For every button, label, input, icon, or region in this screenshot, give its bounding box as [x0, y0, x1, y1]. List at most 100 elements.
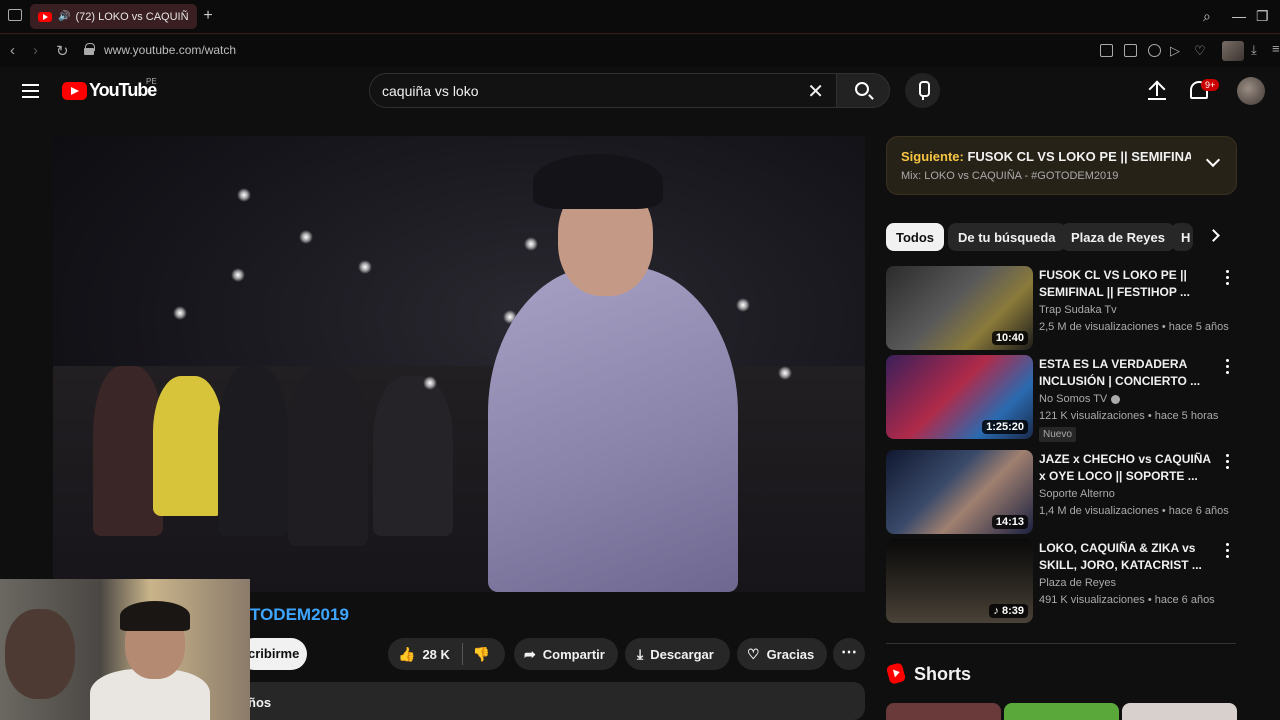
recommendation-meta: 1,4 M de visualizaciones • hace 6 años	[1039, 505, 1229, 517]
speaker-icon[interactable]: 🔊	[58, 11, 70, 22]
recommendation-channel[interactable]: Plaza de Reyes	[1039, 577, 1116, 589]
like-count[interactable]: 28 K	[422, 647, 449, 662]
chevron-right-icon[interactable]	[1207, 229, 1220, 242]
tab-title: (72) LOKO vs CAQUIÑ	[75, 10, 189, 23]
next-up-video-title: FUSOK CL VS LOKO PE || SEMIFINAL || FE..…	[967, 149, 1191, 164]
chip-from-search[interactable]: De tu búsqueda	[948, 223, 1066, 251]
like-dislike-bar: 👍 28 K 👎	[388, 638, 505, 670]
recommendation-item[interactable]: 14:13 JAZE x CHECHO vs CAQUIÑA x OYE LOC…	[886, 450, 1236, 534]
next-up-title: Siguiente: FUSOK CL VS LOKO PE || SEMIFI…	[901, 149, 1191, 164]
video-thumbnail[interactable]: 14:13	[886, 450, 1033, 534]
next-up-card[interactable]: Siguiente: FUSOK CL VS LOKO PE || SEMIFI…	[886, 136, 1237, 195]
youtube-header: YouTube PE caquiña vs loko ✕ 9+	[0, 67, 1280, 115]
recommendation-meta: 2,5 M de visualizaciones • hace 5 años	[1039, 321, 1229, 333]
recommendation-item[interactable]: 1:25:20 ESTA ES LA VERDADERA INCLUSIÓN |…	[886, 355, 1236, 442]
recommendation-item[interactable]: ♪ 8:39 LOKO, CAQUIÑA & ZIKA vs SKILL, JO…	[886, 539, 1236, 623]
thanks-label: Gracias	[766, 646, 815, 662]
heart-icon[interactable]: ♡	[1194, 43, 1206, 59]
chip-all[interactable]: Todos	[886, 223, 945, 251]
thanks-heart-icon: ♡	[747, 645, 760, 662]
search-input[interactable]: caquiña vs loko	[382, 83, 479, 99]
screenshot-icon[interactable]	[1124, 44, 1137, 57]
section-divider	[886, 643, 1236, 644]
recommendation-item[interactable]: 10:40 FUSOK CL VS LOKO PE || SEMIFINAL |…	[886, 266, 1236, 350]
short-thumbnail[interactable]	[886, 703, 1001, 720]
video-player[interactable]	[53, 136, 865, 592]
video-duration: 1:25:20	[982, 420, 1028, 434]
youtube-favicon-icon	[38, 11, 52, 22]
create-upload-icon[interactable]	[1148, 81, 1166, 101]
recommendation-title[interactable]: JAZE x CHECHO vs CAQUIÑA x OYE LOCO || S…	[1039, 451, 1214, 485]
new-tab-button[interactable]: +	[200, 7, 216, 25]
more-options-icon[interactable]	[1226, 543, 1230, 559]
video-duration: 14:13	[991, 515, 1028, 529]
verified-icon	[1111, 394, 1121, 404]
new-badge: Nuevo	[1039, 427, 1076, 442]
reload-icon[interactable]: ↻	[56, 42, 69, 60]
menu-icon[interactable]: ≡	[1272, 41, 1280, 56]
search-icon	[855, 82, 869, 96]
recommendation-meta: 491 K visualizaciones • hace 6 años	[1039, 594, 1215, 606]
account-avatar[interactable]	[1237, 77, 1265, 105]
video-title[interactable]: TODEM2019	[250, 605, 349, 625]
recommendation-title[interactable]: LOKO, CAQUIÑA & ZIKA vs SKILL, JORO, KAT…	[1039, 540, 1214, 574]
minimize-icon[interactable]: —	[1232, 8, 1246, 24]
description-box[interactable]	[238, 682, 865, 720]
webcam-overlay	[0, 579, 250, 720]
forward-icon[interactable]: ›	[33, 42, 38, 59]
video-thumbnail[interactable]: 10:40	[886, 266, 1033, 350]
video-rapper	[488, 266, 738, 592]
download-icon[interactable]: ⤓	[1251, 42, 1257, 58]
share-button[interactable]: ➦ Compartir	[514, 638, 618, 670]
youtube-logo[interactable]: YouTube PE	[62, 77, 157, 101]
next-up-label: Siguiente:	[901, 149, 964, 164]
search-box[interactable]: caquiña vs loko ✕	[369, 73, 837, 108]
extension-icon[interactable]	[1100, 44, 1113, 57]
send-icon[interactable]: ▷	[1170, 43, 1180, 59]
clear-search-icon[interactable]: ✕	[807, 79, 824, 104]
dislike-icon[interactable]: 👎	[473, 646, 490, 663]
description-snippet: ños	[248, 695, 272, 710]
thanks-button[interactable]: ♡ Gracias	[737, 638, 827, 670]
shield-icon[interactable]	[1148, 44, 1161, 57]
back-icon[interactable]: ‹	[10, 42, 15, 59]
search-tabs-icon[interactable]: ⌕	[1203, 8, 1211, 25]
more-options-icon[interactable]	[1226, 359, 1230, 375]
share-label: Compartir	[542, 646, 605, 662]
download-icon: ⤓	[637, 645, 644, 662]
lock-icon[interactable]	[84, 43, 95, 55]
recommendation-title[interactable]: FUSOK CL VS LOKO PE || SEMIFINAL || FEST…	[1039, 267, 1214, 301]
browser-addressbar: ‹ › ↻ www.youtube.com/watch ▷ ♡ ⤓ ≡	[0, 35, 1280, 67]
chevron-down-icon[interactable]	[1205, 152, 1221, 168]
video-duration: 10:40	[991, 331, 1028, 345]
like-icon[interactable]: 👍	[398, 646, 415, 663]
recommendation-meta: 121 K visualizaciones • hace 5 horas	[1039, 410, 1219, 422]
channel-name: No Somos TV	[1039, 393, 1108, 405]
recommendation-channel[interactable]: Soporte Alterno	[1039, 488, 1115, 500]
duration-text: 8:39	[1001, 605, 1024, 617]
download-label: Descargar	[650, 646, 714, 662]
recommendation-channel[interactable]: Trap Sudaka Tv	[1039, 304, 1117, 316]
video-thumbnail[interactable]: 1:25:20	[886, 355, 1033, 439]
voice-search-icon[interactable]	[905, 73, 940, 108]
more-options-icon[interactable]	[1226, 270, 1230, 286]
more-options-icon[interactable]	[1226, 454, 1230, 470]
video-thumbnail[interactable]: ♪ 8:39	[886, 539, 1033, 623]
url-field[interactable]: www.youtube.com/watch	[104, 43, 236, 57]
short-thumbnail[interactable]	[1004, 703, 1119, 720]
workspaces-icon[interactable]	[8, 9, 22, 21]
short-thumbnail[interactable]	[1122, 703, 1237, 720]
browser-tab[interactable]: 🔊 (72) LOKO vs CAQUIÑ	[30, 4, 197, 29]
shorts-icon	[885, 662, 907, 685]
download-button[interactable]: ⤓ Descargar	[625, 638, 730, 670]
chip-plaza-de-reyes[interactable]: Plaza de Reyes	[1061, 223, 1175, 251]
shorts-heading: Shorts	[914, 664, 972, 684]
more-actions-icon[interactable]: ⋯	[833, 638, 865, 670]
chip-more[interactable]: H	[1171, 223, 1193, 251]
recommendation-channel[interactable]: No Somos TV	[1039, 393, 1121, 405]
restore-icon[interactable]: ❐	[1256, 8, 1269, 25]
hamburger-menu-icon[interactable]	[22, 84, 39, 98]
search-button[interactable]	[836, 73, 890, 108]
recommendation-title[interactable]: ESTA ES LA VERDADERA INCLUSIÓN | CONCIER…	[1039, 356, 1214, 390]
profile-avatar[interactable]	[1222, 41, 1244, 61]
